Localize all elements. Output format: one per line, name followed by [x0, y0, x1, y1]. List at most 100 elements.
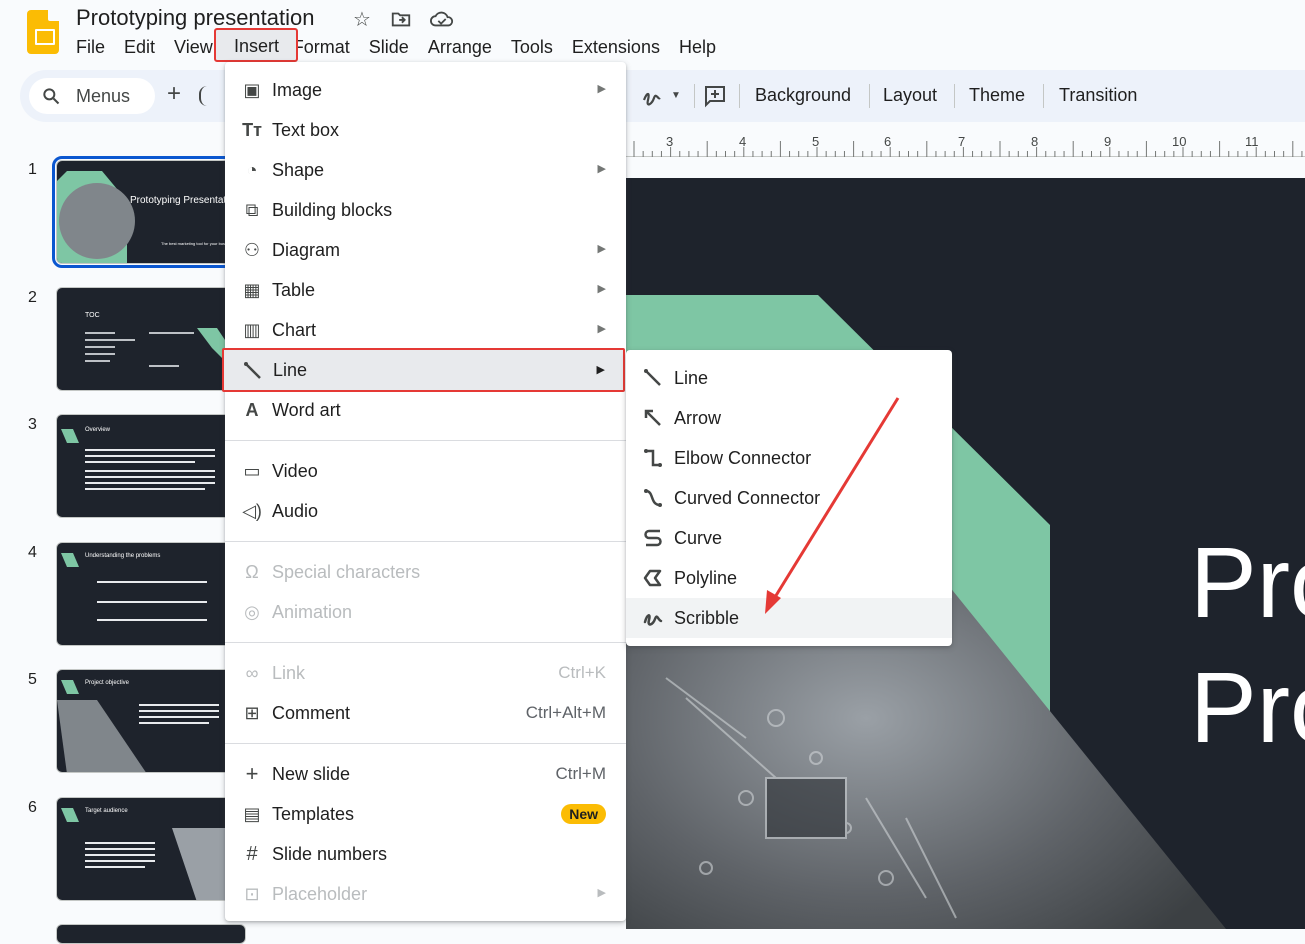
slide-thumbnail-2[interactable]: TOC — [56, 287, 246, 391]
menu-item-video[interactable]: ▭ Video — [225, 451, 626, 491]
menu-tools[interactable]: Tools — [511, 36, 553, 58]
slide-number: 3 — [28, 416, 37, 433]
new-badge: New — [561, 804, 606, 824]
shortcut-text: Ctrl+K — [558, 663, 606, 682]
menu-edit[interactable]: Edit — [124, 36, 155, 58]
menu-insert[interactable]: Insert — [214, 28, 298, 62]
toolbar-divider — [739, 84, 740, 108]
transition-button[interactable]: Transition — [1059, 85, 1137, 106]
toolbar-divider — [1043, 84, 1044, 108]
move-to-folder-icon[interactable] — [389, 8, 413, 32]
horizontal-ruler[interactable] — [626, 131, 1305, 157]
thumb-caption: The best marketing tool for your busines… — [161, 241, 235, 246]
menu-divider — [225, 743, 626, 744]
slide-thumbnail-4[interactable]: Understanding the problems — [56, 542, 246, 646]
ruler-number: 9 — [1104, 134, 1112, 149]
menu-extensions[interactable]: Extensions — [572, 36, 660, 58]
menu-arrange[interactable]: Arrange — [428, 36, 492, 58]
menu-item-image[interactable]: ▣ Image ▶ — [225, 70, 626, 110]
ruler-number: 5 — [812, 134, 820, 149]
menu-insert-label: Insert — [234, 36, 280, 56]
line-icon — [244, 362, 261, 379]
slide-thumbnail-5[interactable]: Project objective — [56, 669, 246, 773]
star-icon[interactable]: ☆ — [350, 8, 374, 32]
menu-help[interactable]: Help — [679, 36, 716, 58]
menu-item-shape[interactable]: ◔ Shape ▶ — [225, 150, 626, 190]
placeholder-icon: ⊡ — [244, 884, 260, 904]
ruler-number: 8 — [1031, 134, 1039, 149]
audio-icon: ◁) — [242, 501, 262, 521]
menu-item-line[interactable]: Line ▶ — [222, 348, 625, 392]
menu-slide[interactable]: Slide — [369, 36, 409, 58]
slide-number: 1 — [28, 161, 37, 178]
ruler-number: 10 — [1172, 134, 1187, 149]
theme-button[interactable]: Theme — [969, 85, 1025, 106]
menu-item-link: ∞ Link Ctrl+K — [225, 653, 626, 693]
slide-title-line-1: Pro — [1190, 527, 1305, 639]
menu-item-chart[interactable]: ▥ Chart ▶ — [225, 310, 626, 350]
dropdown-arrow-icon[interactable]: ▼ — [671, 90, 681, 101]
menu-bar: File Edit View Insert Format Slide Arran… — [76, 36, 735, 58]
submenu-arrow-icon: ▶ — [597, 283, 606, 295]
text-box-icon: Tт — [242, 120, 262, 140]
search-label: Menus — [76, 86, 131, 106]
menu-item-comment[interactable]: ⊞ Comment Ctrl+Alt+M — [225, 693, 626, 733]
insert-menu: ▣ Image ▶ Tт Text box ◔ Shape ▶ ⧉ Building blo… — [225, 62, 626, 921]
menu-item-text-box[interactable]: Tт Text box — [225, 110, 626, 150]
menu-item-slide-numbers[interactable]: # Slide numbers — [225, 834, 626, 874]
menu-format[interactable]: Format — [293, 36, 350, 58]
line-icon — [644, 369, 661, 386]
toolbar-divider — [869, 84, 870, 108]
shape-icon: ◔ — [246, 160, 258, 180]
menu-file[interactable]: File — [76, 36, 105, 58]
comment-icon: ⊞ — [244, 703, 260, 723]
menu-item-new-slide[interactable]: + New slide Ctrl+M — [225, 754, 626, 794]
menu-item-diagram[interactable]: ⚇ Diagram ▶ — [225, 230, 626, 270]
ruler-number: 7 — [958, 134, 966, 149]
polyline-icon — [643, 569, 662, 587]
background-button[interactable]: Background — [755, 85, 851, 106]
scribble-icon — [643, 614, 663, 626]
slide-thumbnail-7[interactable] — [56, 924, 246, 944]
menu-divider — [225, 642, 626, 643]
word-art-icon: A — [245, 400, 259, 420]
menu-item-building-blocks[interactable]: ⧉ Building blocks — [225, 190, 626, 230]
undo-icon[interactable] — [199, 86, 207, 106]
submenu-arrow-icon: ▶ — [597, 887, 606, 899]
menu-item-placeholder: ⊡ Placeholder ▶ — [225, 874, 626, 914]
ruler-number: 4 — [739, 134, 747, 149]
video-icon: ▭ — [243, 461, 261, 481]
cloud-saved-icon[interactable] — [430, 8, 454, 32]
search-menus[interactable]: Menus — [29, 78, 155, 114]
diagram-icon: ⚇ — [243, 240, 261, 260]
scribble-tool-icon[interactable] — [640, 84, 664, 113]
omega-icon: Ω — [245, 562, 259, 582]
thumb-title: Project objective — [85, 680, 130, 686]
menu-item-word-art[interactable]: A Word art — [225, 390, 626, 430]
animation-icon: ◎ — [244, 602, 260, 622]
chart-icon: ▥ — [243, 320, 261, 340]
slide-number: 6 — [28, 799, 37, 816]
menu-item-table[interactable]: ▦ Table ▶ — [225, 270, 626, 310]
layout-button[interactable]: Layout — [883, 85, 937, 106]
menu-view[interactable]: View — [174, 36, 213, 58]
add-comment-icon[interactable] — [703, 84, 727, 113]
menu-item-special-characters: Ω Special characters — [225, 552, 626, 592]
slide-thumbnail-1[interactable]: Prototyping Presentation The best market… — [52, 156, 250, 268]
slides-logo[interactable] — [27, 10, 59, 54]
slide-thumbnail-6[interactable]: Target audience — [56, 797, 246, 901]
ruler-number: 11 — [1245, 134, 1259, 149]
ruler-number: 3 — [666, 134, 674, 149]
thumb-title: Overview — [85, 427, 111, 433]
search-icon — [43, 88, 60, 105]
menu-item-templates[interactable]: ▤ Templates New — [225, 794, 626, 834]
annotation-arrow — [765, 397, 900, 614]
new-slide-plus-icon[interactable]: + — [167, 82, 181, 106]
menu-item-line-label: Line — [273, 360, 308, 380]
templates-icon: ▤ — [243, 804, 261, 824]
shortcut-text: Ctrl+M — [555, 764, 606, 783]
slide-thumbnail-3[interactable]: Overview — [56, 414, 246, 518]
slide-number: 5 — [28, 671, 37, 688]
submenu-arrow-icon: ▶ — [597, 323, 606, 335]
menu-item-audio[interactable]: ◁) Audio — [225, 491, 626, 531]
